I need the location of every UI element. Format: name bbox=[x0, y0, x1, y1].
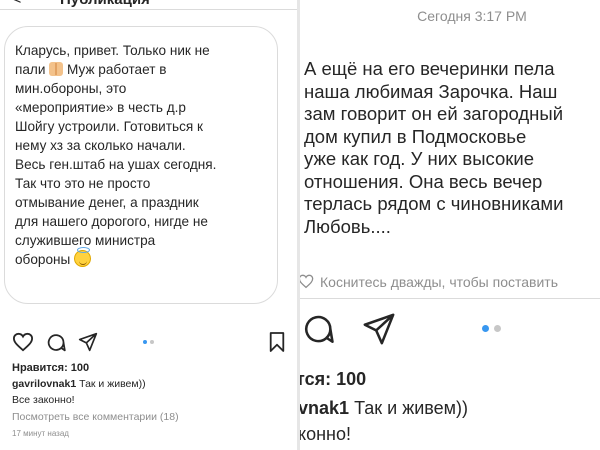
message-text: Кларусь, привет. Только ник не пали Муж … bbox=[15, 41, 271, 269]
likes-count[interactable]: Нравится: 100 bbox=[12, 362, 89, 374]
smiling-halo-icon bbox=[74, 247, 92, 267]
page-title: Публикация bbox=[60, 0, 150, 9]
message-line: отмывание денег, а праздник bbox=[15, 195, 199, 210]
message-line: Шойгу устроили. Готовиться к bbox=[15, 119, 203, 134]
carousel-dot-active bbox=[482, 325, 489, 332]
message-line: для нашего дорогого, нигде не bbox=[15, 214, 208, 229]
message-line: пали bbox=[15, 62, 46, 77]
message-line: обороны bbox=[15, 252, 71, 267]
message-line: А ещё на его вечеринки пела bbox=[304, 58, 555, 79]
comment-row: vnak1 Так и живем)) bbox=[300, 398, 468, 419]
post-actions bbox=[0, 326, 298, 358]
comment-text: Так и живем)) bbox=[79, 378, 146, 390]
heart-icon[interactable] bbox=[12, 332, 34, 357]
share-icon[interactable] bbox=[362, 312, 396, 351]
comment-text: Так и живем)) bbox=[354, 398, 469, 418]
carousel-dots bbox=[482, 325, 501, 332]
double-tap-hint: Коснитесь дважды, чтобы поставить bbox=[320, 274, 559, 290]
likes-count[interactable]: тся: 100 bbox=[300, 369, 366, 390]
message-line: наша любимая Зарочка. Наш bbox=[304, 80, 558, 102]
comment-continuation: Все законно! bbox=[12, 394, 75, 406]
carousel-dot bbox=[494, 325, 501, 332]
message-line: отношения. Она весь вечер bbox=[304, 170, 543, 192]
message-line: зам говорит он ей загородный bbox=[304, 103, 564, 124]
message-text: А ещё на его вечеринки пела наша любимая… bbox=[304, 58, 600, 238]
post-time: 17 минут назад bbox=[12, 429, 69, 438]
bookmark-icon[interactable] bbox=[268, 331, 286, 358]
carousel-dots bbox=[143, 340, 154, 344]
message-line: дом купил в Подмосковье bbox=[304, 125, 527, 147]
message-timestamp: Сегодня 3:17 PM bbox=[417, 8, 527, 24]
message-line: Кларусь, привет. Только ник не bbox=[15, 43, 210, 58]
comment-icon[interactable] bbox=[302, 312, 336, 351]
back-button[interactable]: < bbox=[12, 0, 21, 10]
share-icon[interactable] bbox=[78, 332, 98, 357]
message-bubble: Кларусь, привет. Только ник не пали Муж … bbox=[4, 26, 278, 304]
comment-icon[interactable] bbox=[46, 332, 67, 358]
praying-hands-icon bbox=[49, 62, 64, 76]
message-line: нему хз за сколько начали. bbox=[15, 138, 186, 153]
comment-continuation: конно! bbox=[300, 424, 351, 444]
message-line: Весь ген.штаб на ушах сегодня. bbox=[15, 157, 217, 172]
message-line: служившего министра bbox=[15, 233, 156, 248]
comment-row: gavrilovnak1 Так и живем)) bbox=[12, 378, 146, 390]
message-line: «мероприятие» в честь д.р bbox=[15, 100, 186, 115]
view-all-comments-link[interactable]: Посмотреть все комментарии (18) bbox=[12, 411, 179, 423]
comment-username[interactable]: gavrilovnak1 bbox=[12, 378, 76, 390]
separator bbox=[300, 298, 600, 299]
message-line: мин.обороны, это bbox=[15, 81, 127, 96]
carousel-dot bbox=[150, 340, 154, 344]
message-line: Муж работает в bbox=[67, 62, 167, 77]
heart-outline-icon bbox=[300, 274, 314, 295]
post-header: < Публикация bbox=[0, 0, 298, 10]
double-tap-hint-row: Коснитесь дважды, чтобы поставить bbox=[300, 271, 600, 295]
message-line: уже как год. У них высокие bbox=[304, 148, 535, 169]
right-screenshot: Сегодня 3:17 PM А ещё на его вечеринки п… bbox=[300, 0, 600, 450]
comment-username[interactable]: vnak1 bbox=[300, 398, 349, 418]
message-line: Так что это не просто bbox=[15, 176, 151, 191]
left-screenshot: < Публикация Кларусь, привет. Только ник… bbox=[0, 0, 298, 450]
message-line: Любовь.... bbox=[304, 215, 391, 237]
message-line: терлась рядом с чиновниками bbox=[304, 193, 564, 214]
carousel-dot-active bbox=[143, 340, 147, 344]
